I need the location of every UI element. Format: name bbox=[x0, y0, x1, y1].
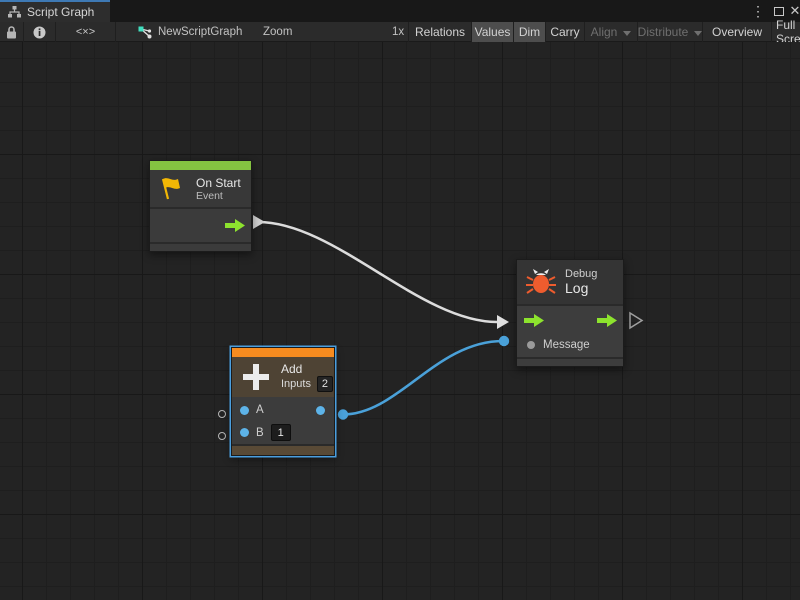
flow-input-port-icon[interactable] bbox=[524, 314, 544, 327]
graph-tab-icon bbox=[8, 6, 21, 18]
node-footer bbox=[150, 242, 251, 251]
value-ring-b-icon[interactable] bbox=[218, 432, 226, 440]
info-button[interactable] bbox=[24, 22, 55, 42]
bug-icon bbox=[526, 268, 556, 296]
value-ring-a-icon[interactable] bbox=[218, 410, 226, 418]
flow-output-port-icon[interactable] bbox=[225, 219, 245, 232]
flow-continue-triangle-icon[interactable] bbox=[630, 313, 642, 328]
maximize-box bbox=[774, 7, 784, 16]
script-graph-window: Script Graph ⋮ ✕ <×> bbox=[0, 0, 800, 600]
tab-script-graph[interactable]: Script Graph bbox=[0, 0, 110, 22]
code-view-button[interactable]: <×> bbox=[56, 22, 115, 42]
value-input-port-a[interactable] bbox=[240, 406, 249, 415]
zoom-label: Zoom bbox=[263, 22, 292, 42]
event-accent-bar bbox=[150, 161, 251, 170]
lock-button[interactable] bbox=[0, 22, 23, 42]
chevron-down-icon bbox=[623, 31, 631, 36]
node-footer bbox=[517, 357, 623, 366]
value-input-port-b[interactable] bbox=[240, 428, 249, 437]
toolbar-divider bbox=[115, 22, 116, 42]
node-title: On Start bbox=[196, 176, 241, 190]
tab-label: Script Graph bbox=[27, 5, 94, 19]
message-port-label: Message bbox=[543, 339, 590, 351]
wire-arrowhead-icon bbox=[497, 315, 509, 329]
graph-asset-icon bbox=[138, 26, 152, 39]
flow-out-connector-icon[interactable] bbox=[253, 215, 265, 229]
graph-wires bbox=[0, 42, 800, 600]
distribute-button[interactable]: Distribute bbox=[638, 22, 702, 42]
values-button[interactable]: Values bbox=[472, 22, 513, 42]
graph-toolbar: <×> NewScriptGraph Zoom 1x Relations Val… bbox=[0, 22, 800, 42]
relations-button[interactable]: Relations bbox=[409, 22, 471, 42]
port-b-label: B bbox=[256, 427, 264, 439]
graph-asset[interactable]: NewScriptGraph bbox=[138, 22, 242, 42]
log-flow-row bbox=[517, 304, 623, 333]
inputs-label: Inputs bbox=[281, 378, 311, 390]
math-accent-bar bbox=[232, 348, 334, 357]
node-add[interactable]: Add Inputs 2 A B 1 bbox=[231, 347, 335, 456]
node-footer-brown bbox=[232, 444, 334, 455]
info-icon bbox=[33, 26, 46, 39]
plus-icon bbox=[241, 362, 271, 392]
node-title: Log bbox=[565, 280, 597, 296]
align-label: Align bbox=[591, 25, 618, 39]
inputs-row: Inputs 2 bbox=[281, 376, 333, 392]
overview-button[interactable]: Overview bbox=[703, 22, 771, 42]
add-port-row-a: A bbox=[232, 399, 334, 421]
node-debug-log[interactable]: Debug Log Message bbox=[516, 259, 624, 367]
graph-name-label: NewScriptGraph bbox=[158, 26, 242, 38]
graph-canvas[interactable]: On Start Event bbox=[0, 42, 800, 600]
value-output-port[interactable] bbox=[316, 406, 325, 415]
dim-button[interactable]: Dim bbox=[514, 22, 545, 42]
on-start-output-row bbox=[150, 209, 251, 242]
flag-icon bbox=[159, 177, 186, 201]
tab-bar: Script Graph ⋮ ✕ bbox=[0, 0, 800, 22]
port-a-label: A bbox=[256, 404, 264, 416]
wire-add-to-message[interactable] bbox=[343, 341, 503, 415]
align-button[interactable]: Align bbox=[585, 22, 637, 42]
log-message-row: Message bbox=[517, 333, 623, 357]
node-kind: Debug bbox=[565, 268, 597, 280]
flow-output-port-icon[interactable] bbox=[597, 314, 617, 327]
carry-button[interactable]: Carry bbox=[546, 22, 584, 42]
node-subtitle: Event bbox=[196, 190, 241, 202]
add-port-row-b: B 1 bbox=[232, 421, 334, 444]
inputs-count-field[interactable]: 2 bbox=[317, 376, 333, 392]
port-b-value-field[interactable]: 1 bbox=[271, 424, 291, 441]
distribute-label: Distribute bbox=[638, 25, 689, 39]
node-title: Add bbox=[281, 362, 333, 376]
code-icon: <×> bbox=[76, 26, 95, 38]
fullscreen-button[interactable]: Full Screen bbox=[772, 22, 800, 42]
kebab-menu-icon[interactable]: ⋮ bbox=[750, 0, 766, 22]
lock-icon bbox=[6, 26, 17, 39]
node-on-start-event[interactable]: On Start Event bbox=[149, 160, 252, 252]
message-input-port[interactable] bbox=[527, 341, 535, 349]
zoom-value: 1x bbox=[392, 22, 404, 42]
wire-onstart-to-log[interactable] bbox=[258, 222, 497, 322]
